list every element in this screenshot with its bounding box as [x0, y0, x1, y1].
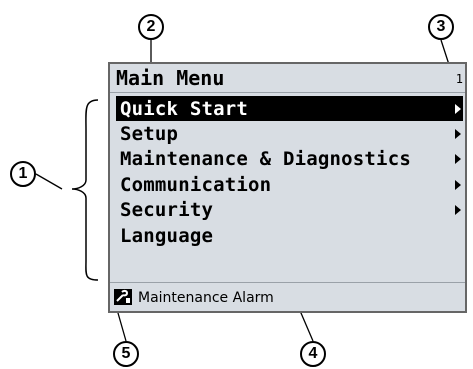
menu-item-label: Maintenance & Diagnostics [120, 148, 411, 171]
menu-item-setup[interactable]: Setup [116, 121, 463, 146]
callout-3-number: 3 [436, 18, 446, 35]
menu-item-label: Language [120, 224, 214, 247]
callout-5: 5 [113, 341, 139, 367]
callout-2-number: 2 [146, 18, 156, 35]
callout-4-number: 4 [308, 345, 318, 362]
callout-3: 3 [428, 14, 454, 40]
status-bar: Maintenance Alarm [110, 282, 465, 311]
device-screen: Main Menu 1 Quick Start Setup Maintenanc… [108, 62, 467, 313]
submenu-arrow-icon [455, 154, 461, 165]
callout-2: 2 [138, 14, 164, 40]
callout-4: 4 [300, 341, 326, 367]
menu-item-language[interactable]: Language [116, 223, 463, 248]
screen-header: Main Menu 1 [110, 64, 465, 93]
menu-item-label: Quick Start [120, 97, 249, 120]
menu-item-maintenance-diagnostics[interactable]: Maintenance & Diagnostics [116, 147, 463, 172]
menu-item-communication[interactable]: Communication [116, 172, 463, 197]
menu-item-label: Security [120, 199, 214, 222]
main-menu-list: Quick Start Setup Maintenance & Diagnost… [110, 96, 465, 248]
callout-5-number: 5 [121, 345, 131, 362]
submenu-arrow-icon [455, 179, 461, 190]
submenu-arrow-icon [455, 205, 461, 216]
callout-1-number: 1 [18, 165, 28, 182]
status-message: Maintenance Alarm [138, 290, 274, 306]
menu-item-label: Communication [120, 173, 272, 196]
menu-item-label: Setup [120, 123, 179, 146]
page-title: Main Menu [116, 66, 225, 90]
maintenance-wrench-icon [114, 289, 132, 305]
menu-item-security[interactable]: Security [116, 198, 463, 223]
submenu-arrow-icon [455, 129, 461, 140]
menu-item-quick-start[interactable]: Quick Start [116, 96, 463, 122]
submenu-arrow-icon [455, 103, 461, 114]
callout-1: 1 [10, 161, 36, 187]
page-number: 1 [455, 72, 463, 86]
